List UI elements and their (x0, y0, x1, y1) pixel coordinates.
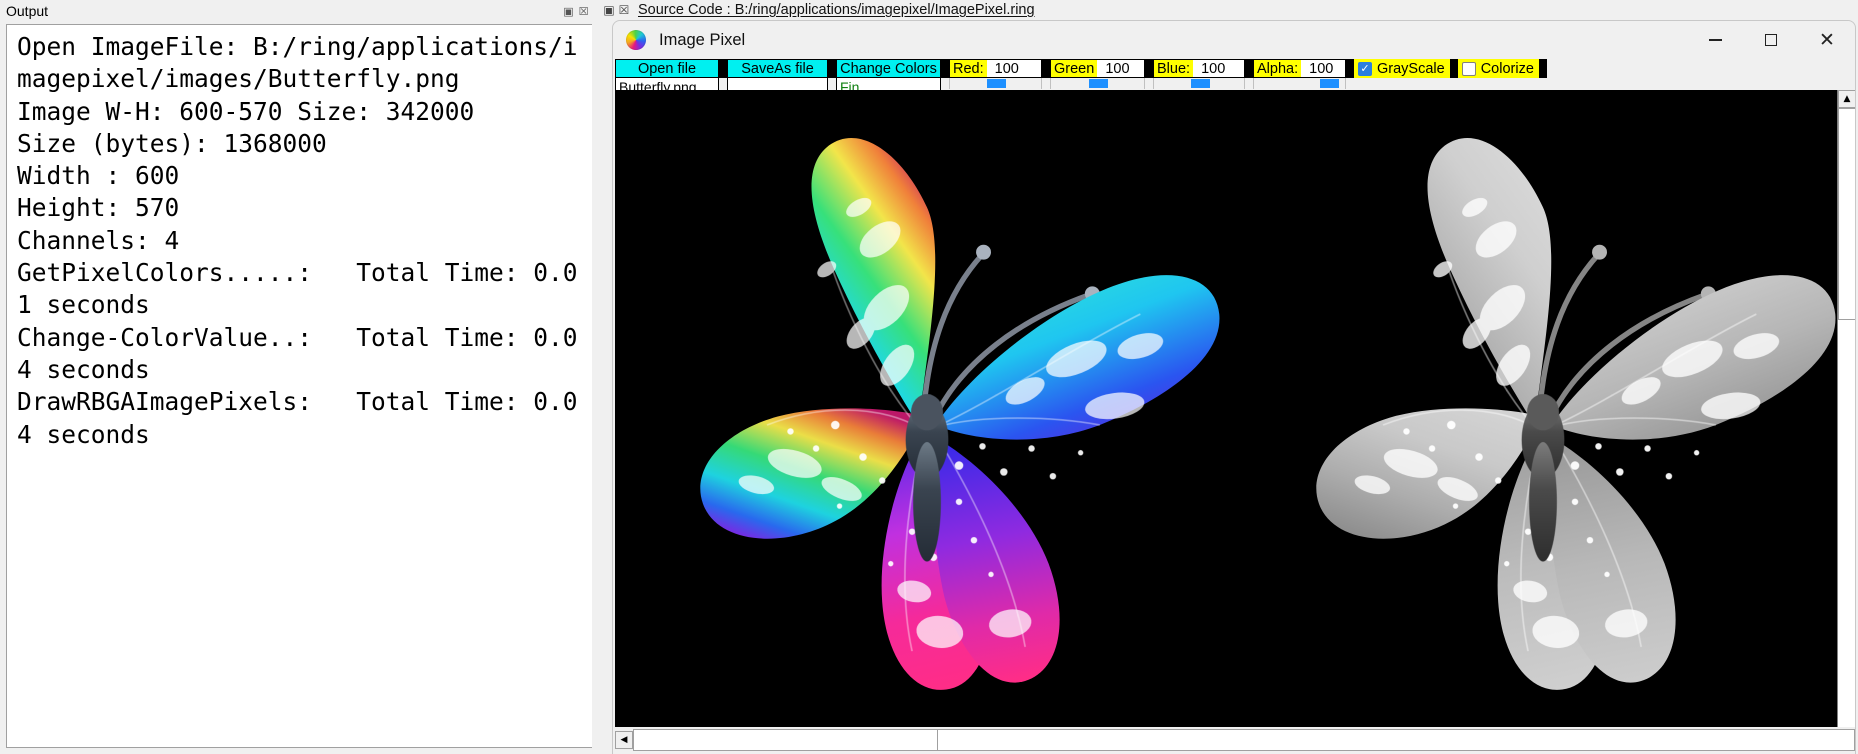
blue-field: Blue: 100 (1153, 59, 1245, 78)
butterfly-color-image (615, 90, 1247, 728)
blue-label: Blue: (1154, 60, 1193, 77)
change-colors-group: Change Colors Fin .... (836, 59, 941, 90)
open-file-button[interactable]: Open file (615, 59, 719, 78)
screen: Output ▣ ☒ Open ImageFile: B:/ring/appli… (0, 0, 1858, 754)
source-dock-buttons: ▣ ☒ (602, 3, 631, 17)
canvas-horizontal-scrollbar[interactable]: ◀ (615, 727, 1855, 753)
maximize-button[interactable] (1743, 21, 1799, 59)
check-icon: ✓ (1360, 63, 1369, 74)
scroll-left-icon[interactable]: ◀ (615, 731, 633, 749)
close-icon[interactable]: ☒ (577, 5, 590, 18)
separator (1450, 59, 1458, 78)
red-field: Red: 100 (949, 59, 1042, 78)
separator (1245, 59, 1253, 78)
source-dock-title: Source Code : B:/ring/applications/image… (638, 2, 1035, 18)
blue-value[interactable]: 100 (1193, 60, 1244, 77)
checkbox-unchecked-icon (1462, 62, 1476, 76)
checkbox-checked-icon: ✓ (1358, 62, 1372, 76)
green-slider-group: Green 100 (1050, 59, 1145, 90)
blue-slider-group: Blue: 100 (1153, 59, 1245, 90)
output-dock-title: Output (4, 3, 562, 19)
colorize-checkbox[interactable]: Colorize (1458, 59, 1539, 78)
open-file-group: Open file Butterfly.png (615, 59, 719, 90)
alpha-value[interactable]: 100 (1301, 60, 1345, 77)
vertical-scroll-thumb[interactable] (1838, 108, 1855, 320)
separator (719, 59, 727, 78)
grayscale-checkbox[interactable]: ✓ GrayScale (1354, 59, 1450, 78)
close-button[interactable]: ✕ (1799, 21, 1855, 59)
app-titlebar[interactable]: Image Pixel ✕ (613, 21, 1855, 59)
green-slider-handle[interactable] (1089, 79, 1108, 88)
alpha-slider[interactable] (1253, 78, 1346, 89)
alpha-field: Alpha: 100 (1253, 59, 1346, 78)
app-window-title: Image Pixel (659, 31, 745, 50)
close-icon[interactable]: ☒ (617, 3, 631, 17)
saveas-file-button[interactable]: SaveAs file (727, 59, 828, 78)
alpha-slider-handle[interactable] (1320, 79, 1339, 88)
change-colors-button[interactable]: Change Colors (836, 59, 941, 78)
saveas-file-group: SaveAs file (727, 59, 828, 90)
green-field: Green 100 (1050, 59, 1145, 78)
color-wheel-icon (626, 30, 646, 50)
minimize-button[interactable] (1687, 21, 1743, 59)
alpha-label: Alpha: (1254, 60, 1301, 77)
maximize-icon (1765, 34, 1777, 46)
alpha-slider-group: Alpha: 100 (1253, 59, 1346, 90)
source-dock-titlebar: ▣ ☒ Source Code : B:/ring/applications/i… (598, 0, 1858, 20)
red-label: Red: (950, 60, 987, 77)
output-dock-buttons: ▣ ☒ (562, 5, 594, 18)
output-textarea[interactable]: Open ImageFile: B:/ring/applications/ima… (6, 24, 592, 748)
output-log-text: Open ImageFile: B:/ring/applications/ima… (7, 25, 592, 451)
grayscale-label: GrayScale (1377, 61, 1445, 77)
minimize-icon (1709, 39, 1722, 41)
float-icon[interactable]: ▣ (602, 3, 616, 17)
separator (941, 59, 949, 78)
butterfly-images (615, 90, 1837, 728)
window-controls: ✕ (1687, 21, 1855, 59)
close-icon: ✕ (1819, 31, 1835, 50)
horizontal-scroll-track[interactable] (938, 729, 1855, 751)
red-value[interactable]: 100 (987, 60, 1041, 77)
red-slider[interactable] (949, 78, 1042, 89)
butterfly-grayscale-image (1223, 90, 1855, 728)
green-slider[interactable] (1050, 78, 1145, 89)
image-pixel-window: Image Pixel ✕ Open file Bu (612, 20, 1856, 754)
toolbar: Open file Butterfly.png SaveAs file Chan… (615, 59, 1853, 90)
output-dock-titlebar: Output ▣ ☒ (0, 0, 598, 22)
separator (1346, 59, 1354, 78)
canvas-vertical-scrollbar[interactable]: ▲ (1837, 90, 1855, 728)
separator (1042, 59, 1050, 78)
separator (1539, 59, 1547, 78)
red-slider-handle[interactable] (987, 79, 1006, 88)
horizontal-scroll-thumb[interactable] (633, 729, 938, 751)
colorize-label: Colorize (1481, 61, 1534, 77)
output-dock: Output ▣ ☒ Open ImageFile: B:/ring/appli… (0, 0, 598, 754)
float-icon[interactable]: ▣ (562, 5, 575, 18)
separator (1145, 59, 1153, 78)
red-slider-group: Red: 100 (949, 59, 1042, 90)
separator (828, 59, 836, 78)
blue-slider-handle[interactable] (1191, 79, 1210, 88)
green-label: Green (1051, 60, 1097, 77)
scroll-up-icon[interactable]: ▲ (1838, 90, 1855, 108)
source-code-dock: ▣ ☒ Source Code : B:/ring/applications/i… (598, 0, 1858, 754)
image-canvas[interactable]: ▲ (615, 90, 1855, 728)
blue-slider[interactable] (1153, 78, 1245, 89)
green-value[interactable]: 100 (1097, 60, 1144, 77)
